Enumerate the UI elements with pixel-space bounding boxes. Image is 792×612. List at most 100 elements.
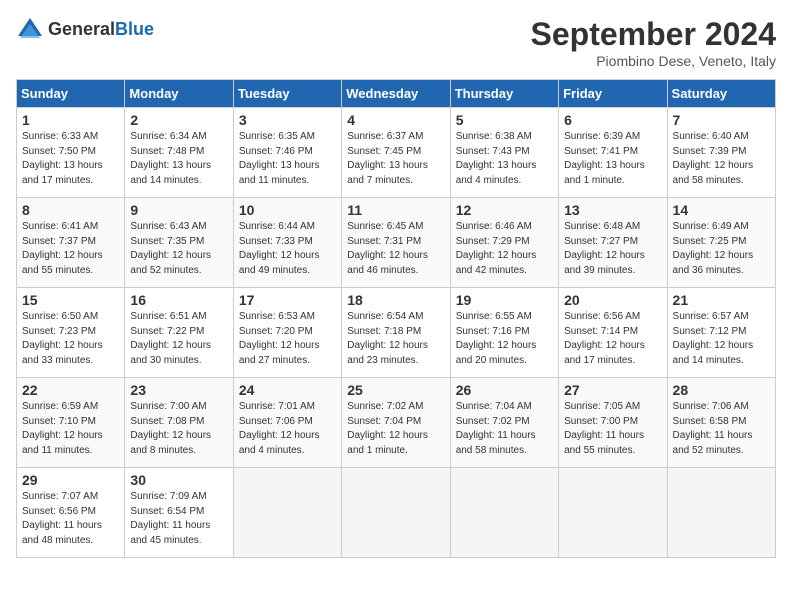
day-info: Sunrise: 6:50 AMSunset: 7:23 PMDaylight:…	[22, 310, 119, 368]
calendar-cell	[667, 468, 775, 558]
day-number: 27	[564, 382, 661, 398]
calendar-cell: 10 Sunrise: 6:44 AMSunset: 7:33 PMDayligh…	[233, 198, 341, 288]
day-info: Sunrise: 6:39 AMSunset: 7:41 PMDaylight:…	[564, 130, 661, 188]
calendar-cell	[559, 468, 667, 558]
logo-text-blue: Blue	[115, 19, 154, 39]
calendar-cell	[233, 468, 341, 558]
weekday-header-tuesday: Tuesday	[233, 80, 341, 108]
day-info: Sunrise: 6:46 AMSunset: 7:29 PMDaylight:…	[456, 220, 553, 278]
calendar-cell: 23Sunrise: 7:00 AMSunset: 7:08 PMDayligh…	[125, 378, 233, 468]
day-info: Sunrise: 6:41 AMSunset: 7:37 PMDaylight:…	[22, 220, 119, 278]
day-number: 24	[239, 382, 336, 398]
day-info: Sunrise: 7:00 AMSunset: 7:08 PMDaylight:…	[130, 400, 227, 458]
calendar-cell: 26Sunrise: 7:04 AMSunset: 7:02 PMDayligh…	[450, 378, 558, 468]
calendar-cell: 2 Sunrise: 6:34 AMSunset: 7:48 PMDaylight…	[125, 108, 233, 198]
calendar-week-row: 22 Sunrise: 6:59 AMSunset: 7:10 PMDayligh…	[17, 378, 776, 468]
day-info: Sunrise: 6:34 AMSunset: 7:48 PMDaylight:…	[130, 130, 227, 188]
day-number: 4	[347, 112, 444, 128]
day-number: 14	[673, 202, 770, 218]
calendar-cell: 28 Sunrise: 7:06 AMSunset: 6:58 PMDayligh…	[667, 378, 775, 468]
calendar-table: SundayMondayTuesdayWednesdayThursdayFrid…	[16, 79, 776, 558]
day-number: 19	[456, 292, 553, 308]
calendar-cell: 18 Sunrise: 6:54 AMSunset: 7:18 PMDayligh…	[342, 288, 450, 378]
calendar-cell: 9Sunrise: 6:43 AMSunset: 7:35 PMDaylight…	[125, 198, 233, 288]
day-number: 11	[347, 202, 444, 218]
day-info: Sunrise: 6:43 AMSunset: 7:35 PMDaylight:…	[130, 220, 227, 278]
calendar-cell: 1 Sunrise: 6:33 AMSunset: 7:50 PMDaylight…	[17, 108, 125, 198]
day-number: 29	[22, 472, 119, 488]
day-info: Sunrise: 6:54 AMSunset: 7:18 PMDaylight:…	[347, 310, 444, 368]
day-number: 21	[673, 292, 770, 308]
day-number: 1	[22, 112, 119, 128]
calendar-cell: 19 Sunrise: 6:55 AMSunset: 7:16 PMDayligh…	[450, 288, 558, 378]
day-number: 15	[22, 292, 119, 308]
day-info: Sunrise: 6:56 AMSunset: 7:14 PMDaylight:…	[564, 310, 661, 368]
day-info: Sunrise: 6:44 AMSunset: 7:33 PMDaylight:…	[239, 220, 336, 278]
day-number: 8	[22, 202, 119, 218]
calendar-week-row: 29 Sunrise: 7:07 AMSunset: 6:56 PMDayligh…	[17, 468, 776, 558]
calendar-cell: 22 Sunrise: 6:59 AMSunset: 7:10 PMDayligh…	[17, 378, 125, 468]
calendar-cell: 8 Sunrise: 6:41 AMSunset: 7:37 PMDaylight…	[17, 198, 125, 288]
title-area: September 2024 Piombino Dese, Veneto, It…	[531, 16, 776, 69]
day-info: Sunrise: 6:35 AMSunset: 7:46 PMDaylight:…	[239, 130, 336, 188]
day-info: Sunrise: 6:37 AMSunset: 7:45 PMDaylight:…	[347, 130, 444, 188]
day-info: Sunrise: 6:55 AMSunset: 7:16 PMDaylight:…	[456, 310, 553, 368]
weekday-header-row: SundayMondayTuesdayWednesdayThursdayFrid…	[17, 80, 776, 108]
day-number: 12	[456, 202, 553, 218]
day-number: 25	[347, 382, 444, 398]
day-number: 13	[564, 202, 661, 218]
weekday-header-sunday: Sunday	[17, 80, 125, 108]
month-title: September 2024	[531, 16, 776, 53]
day-info: Sunrise: 6:38 AMSunset: 7:43 PMDaylight:…	[456, 130, 553, 188]
day-info: Sunrise: 7:07 AMSunset: 6:56 PMDaylight:…	[22, 490, 119, 548]
day-info: Sunrise: 6:48 AMSunset: 7:27 PMDaylight:…	[564, 220, 661, 278]
day-number: 26	[456, 382, 553, 398]
day-info: Sunrise: 6:40 AMSunset: 7:39 PMDaylight:…	[673, 130, 770, 188]
page-header: GeneralBlue September 2024 Piombino Dese…	[16, 16, 776, 69]
calendar-cell: 11 Sunrise: 6:45 AMSunset: 7:31 PMDayligh…	[342, 198, 450, 288]
day-number: 20	[564, 292, 661, 308]
location-title: Piombino Dese, Veneto, Italy	[531, 53, 776, 69]
calendar-cell: 20 Sunrise: 6:56 AMSunset: 7:14 PMDayligh…	[559, 288, 667, 378]
day-info: Sunrise: 7:01 AMSunset: 7:06 PMDaylight:…	[239, 400, 336, 458]
calendar-week-row: 8 Sunrise: 6:41 AMSunset: 7:37 PMDaylight…	[17, 198, 776, 288]
day-info: Sunrise: 7:05 AMSunset: 7:00 PMDaylight:…	[564, 400, 661, 458]
day-number: 10	[239, 202, 336, 218]
calendar-cell: 16Sunrise: 6:51 AMSunset: 7:22 PMDayligh…	[125, 288, 233, 378]
calendar-cell: 13 Sunrise: 6:48 AMSunset: 7:27 PMDayligh…	[559, 198, 667, 288]
calendar-cell: 12 Sunrise: 6:46 AMSunset: 7:29 PMDayligh…	[450, 198, 558, 288]
calendar-cell: 14 Sunrise: 6:49 AMSunset: 7:25 PMDayligh…	[667, 198, 775, 288]
day-number: 16	[130, 292, 227, 308]
day-info: Sunrise: 7:09 AMSunset: 6:54 PMDaylight:…	[130, 490, 227, 548]
calendar-cell: 21 Sunrise: 6:57 AMSunset: 7:12 PMDayligh…	[667, 288, 775, 378]
day-number: 18	[347, 292, 444, 308]
logo-text-general: General	[48, 19, 115, 39]
day-info: Sunrise: 7:02 AMSunset: 7:04 PMDaylight:…	[347, 400, 444, 458]
calendar-cell: 24 Sunrise: 7:01 AMSunset: 7:06 PMDayligh…	[233, 378, 341, 468]
logo: GeneralBlue	[16, 16, 154, 44]
calendar-week-row: 1 Sunrise: 6:33 AMSunset: 7:50 PMDaylight…	[17, 108, 776, 198]
day-number: 30	[130, 472, 227, 488]
day-number: 7	[673, 112, 770, 128]
day-number: 5	[456, 112, 553, 128]
day-number: 2	[130, 112, 227, 128]
day-info: Sunrise: 6:45 AMSunset: 7:31 PMDaylight:…	[347, 220, 444, 278]
day-info: Sunrise: 7:06 AMSunset: 6:58 PMDaylight:…	[673, 400, 770, 458]
day-number: 28	[673, 382, 770, 398]
day-number: 22	[22, 382, 119, 398]
day-info: Sunrise: 6:49 AMSunset: 7:25 PMDaylight:…	[673, 220, 770, 278]
weekday-header-monday: Monday	[125, 80, 233, 108]
calendar-cell: 25 Sunrise: 7:02 AMSunset: 7:04 PMDayligh…	[342, 378, 450, 468]
day-info: Sunrise: 6:59 AMSunset: 7:10 PMDaylight:…	[22, 400, 119, 458]
calendar-week-row: 15 Sunrise: 6:50 AMSunset: 7:23 PMDayligh…	[17, 288, 776, 378]
day-info: Sunrise: 6:53 AMSunset: 7:20 PMDaylight:…	[239, 310, 336, 368]
calendar-cell	[342, 468, 450, 558]
calendar-cell: 15 Sunrise: 6:50 AMSunset: 7:23 PMDayligh…	[17, 288, 125, 378]
calendar-cell: 3Sunrise: 6:35 AMSunset: 7:46 PMDaylight…	[233, 108, 341, 198]
weekday-header-saturday: Saturday	[667, 80, 775, 108]
day-info: Sunrise: 6:33 AMSunset: 7:50 PMDaylight:…	[22, 130, 119, 188]
day-info: Sunrise: 6:57 AMSunset: 7:12 PMDaylight:…	[673, 310, 770, 368]
day-number: 17	[239, 292, 336, 308]
weekday-header-friday: Friday	[559, 80, 667, 108]
calendar-cell: 4 Sunrise: 6:37 AMSunset: 7:45 PMDaylight…	[342, 108, 450, 198]
